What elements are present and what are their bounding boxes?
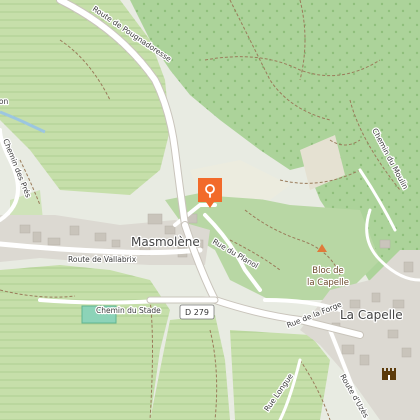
poi-label-bloc-line2: la Capelle xyxy=(307,278,349,288)
road-shield-d279-text: D 279 xyxy=(185,308,209,317)
place-label-la-capelle[interactable]: La Capelle xyxy=(339,307,404,324)
road-label-route-vallabrix: Route de Vallabrix xyxy=(68,255,137,264)
road-shield-d279: D 279 xyxy=(179,304,215,320)
vineyard-southwest xyxy=(0,265,170,420)
road-label-chemin-stade: Chemin du Stade xyxy=(96,306,161,315)
map-canvas: Route de Pougnadoresse Route de Vallabri… xyxy=(0,0,420,420)
map-view[interactable]: Route de Pougnadoresse Route de Vallabri… xyxy=(0,0,420,420)
road-label-partial: ron xyxy=(0,97,9,106)
poi-label-bloc-line1: Bloc de xyxy=(312,266,343,276)
vineyard-southeast xyxy=(230,330,330,420)
place-label-masmolene[interactable]: Masmolène xyxy=(130,234,201,251)
